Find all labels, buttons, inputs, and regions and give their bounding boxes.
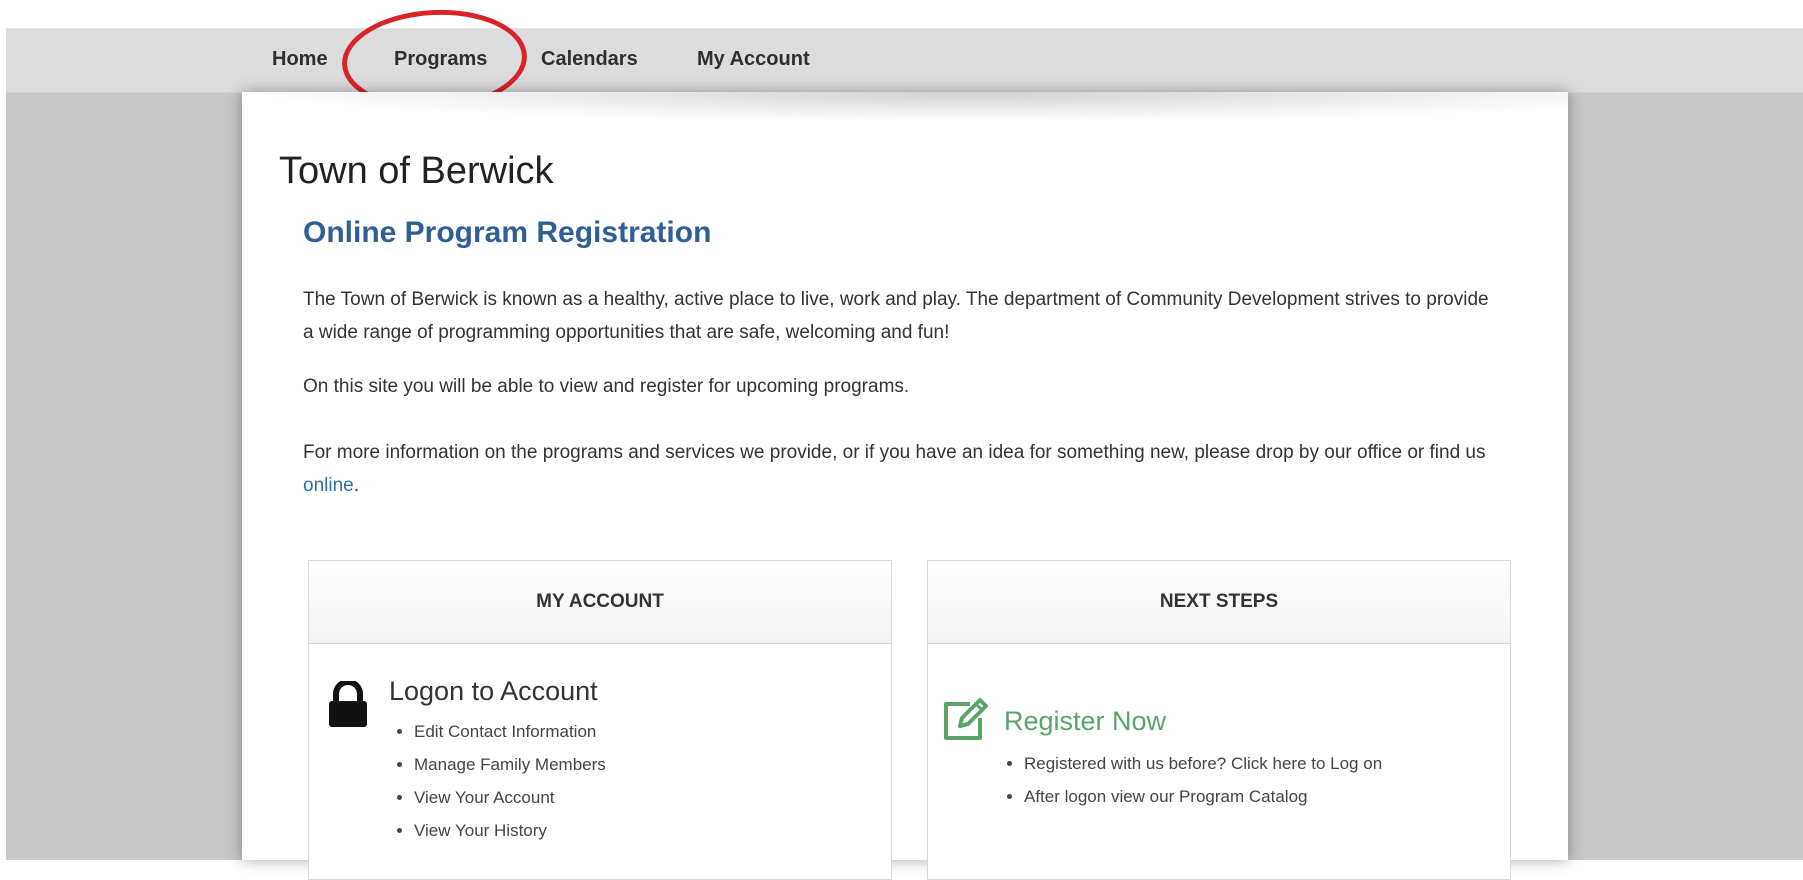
- contact-text: For more information on the programs and…: [303, 442, 1486, 463]
- nav-home[interactable]: Home: [272, 48, 328, 71]
- main-content-card: Town of Berwick Online Program Registrat…: [242, 92, 1568, 880]
- my-account-panel-header: MY ACCOUNT: [309, 561, 891, 644]
- nav-calendars[interactable]: Calendars: [541, 48, 638, 71]
- list-item-manage-family[interactable]: Manage Family Members: [414, 748, 606, 781]
- page-heading: Online Program Registration: [303, 216, 712, 249]
- list-item-view-account[interactable]: View Your Account: [414, 781, 606, 814]
- top-navigation-bar: Home Programs Calendars My Account: [6, 28, 1803, 93]
- info-paragraph: On this site you will be able to view an…: [303, 376, 910, 397]
- next-steps-list: Registered with us before? Click here to…: [1004, 747, 1382, 813]
- nav-programs[interactable]: Programs: [394, 48, 487, 71]
- list-item-program-catalog[interactable]: After logon view our Program Catalog: [1024, 780, 1382, 813]
- online-link[interactable]: online: [303, 475, 354, 496]
- site-title: Town of Berwick: [279, 150, 554, 192]
- list-item-log-on[interactable]: Registered with us before? Click here to…: [1024, 747, 1382, 780]
- list-item-edit-contact[interactable]: Edit Contact Information: [414, 715, 606, 748]
- contact-text-end: .: [353, 475, 359, 496]
- register-now-link[interactable]: Register Now: [1004, 706, 1166, 737]
- nav-my-account[interactable]: My Account: [697, 48, 810, 71]
- my-account-list: Edit Contact Information Manage Family M…: [394, 715, 606, 847]
- my-account-panel: MY ACCOUNT Logon to Account Edit Contact…: [308, 560, 892, 880]
- next-steps-panel-header: NEXT STEPS: [928, 561, 1510, 644]
- nav-shadow: [242, 92, 1568, 122]
- lock-icon: [329, 681, 367, 727]
- intro-paragraph: The Town of Berwick is known as a health…: [303, 289, 1489, 343]
- contact-paragraph: For more information on the programs and…: [303, 436, 1503, 502]
- list-item-view-history[interactable]: View Your History: [414, 814, 606, 847]
- edit-icon: [944, 698, 988, 740]
- next-steps-panel: NEXT STEPS Register Now Registered with …: [927, 560, 1511, 880]
- logon-to-account-link[interactable]: Logon to Account: [389, 676, 598, 707]
